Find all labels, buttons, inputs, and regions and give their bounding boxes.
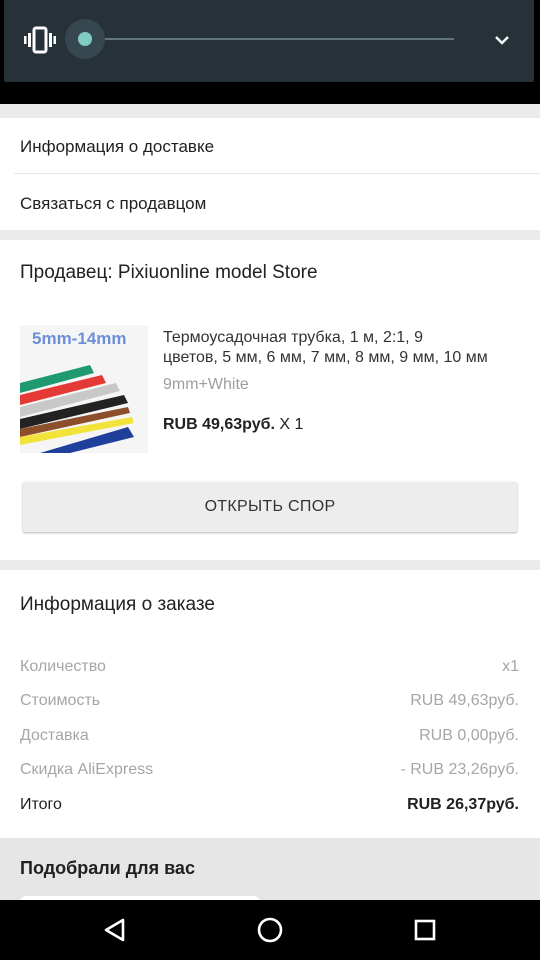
- product-image-caption: 5mm-14mm: [32, 329, 127, 348]
- order-info-card: Информация о заказе Количество x1 Стоимо…: [0, 570, 540, 838]
- product-quantity: X 1: [279, 416, 304, 433]
- product-price: RUB 49,63руб.: [163, 416, 275, 433]
- back-triangle-icon[interactable]: [100, 915, 130, 945]
- order-row-cost: Стоимость RUB 49,63руб.: [20, 692, 519, 709]
- order-detail-content: Информация о доставке Связаться с продав…: [0, 104, 540, 900]
- home-circle-icon[interactable]: [255, 915, 285, 945]
- links-card: Информация о доставке Связаться с продав…: [0, 118, 540, 230]
- product-image[interactable]: 5mm-14mm: [20, 325, 148, 453]
- seller-card: Продавец: Pixiuonline model Store 5mm-14…: [0, 240, 540, 560]
- contact-seller-link[interactable]: Связаться с продавцом: [20, 194, 206, 214]
- status-area: [0, 0, 540, 104]
- seller-name[interactable]: Продавец: Pixiuonline model Store: [20, 262, 318, 284]
- order-info-title: Информация о заказе: [20, 594, 215, 615]
- system-navigation-bar: [0, 900, 540, 960]
- order-row-shipping: Доставка RUB 0,00руб.: [20, 727, 519, 744]
- recommendations-section: Подобрали для вас: [0, 838, 540, 900]
- volume-slider-track[interactable]: [86, 38, 454, 40]
- order-row-discount: Скидка AliExpress - RUB 23,26руб.: [20, 761, 519, 778]
- product-title[interactable]: Термоусадочная трубка, 1 м, 2:1, 9 цвето…: [163, 328, 523, 368]
- order-row-quantity: Количество x1: [20, 658, 519, 675]
- vibrate-icon[interactable]: [24, 26, 56, 54]
- recommendations-title: Подобрали для вас: [20, 858, 195, 878]
- open-dispute-button[interactable]: ОТКРЫТЬ СПОР: [23, 482, 517, 532]
- volume-panel: [4, 0, 534, 82]
- chevron-down-icon[interactable]: [492, 30, 512, 50]
- recents-square-icon[interactable]: [410, 915, 440, 945]
- order-row-total: Итого RUB 26,37руб.: [20, 796, 519, 813]
- volume-slider-thumb[interactable]: [78, 32, 92, 46]
- divider: [14, 173, 540, 174]
- delivery-info-link[interactable]: Информация о доставке: [20, 137, 214, 157]
- product-variant: 9mm+White: [163, 376, 249, 393]
- product-price-line: RUB 49,63руб. X 1: [163, 416, 303, 434]
